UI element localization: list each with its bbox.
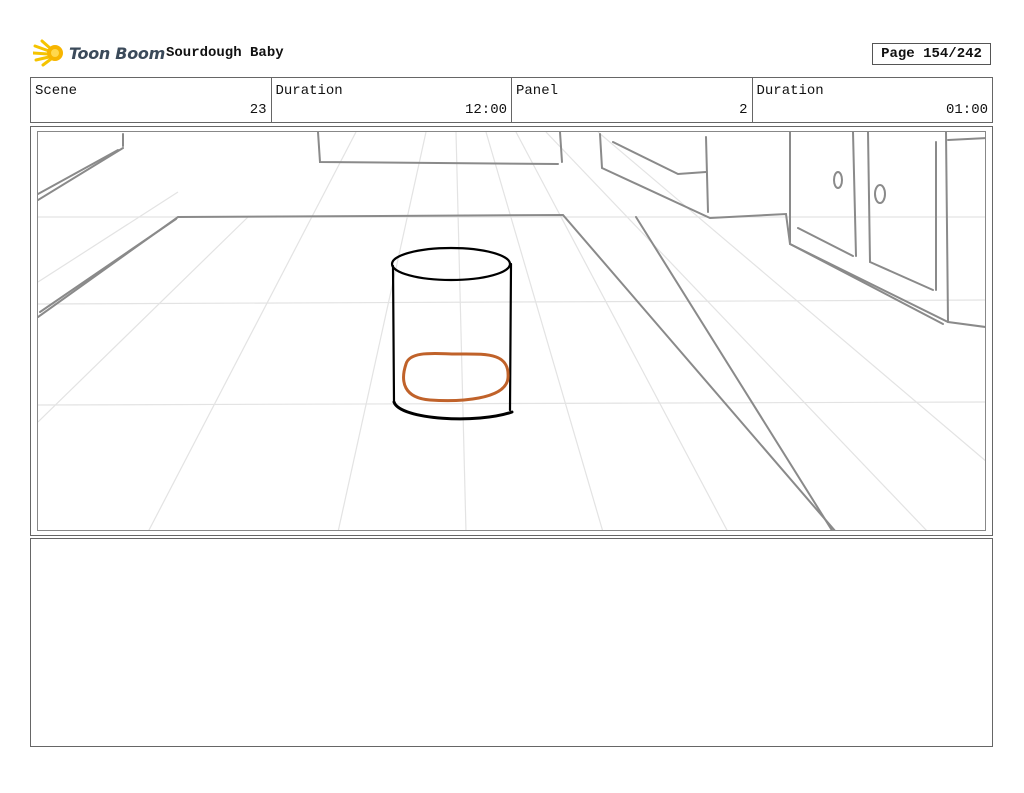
panel-duration-label: Duration [756, 83, 824, 99]
jar-rim [390, 246, 512, 282]
guide-line [337, 132, 427, 530]
panel-duration-cell: Duration 01:00 [751, 78, 993, 122]
sketch-stroke [559, 132, 563, 163]
panel-duration-value: 01:00 [945, 102, 988, 118]
sketch-stroke [39, 218, 177, 313]
sketch-stroke [947, 137, 985, 141]
sketch-stroke [635, 216, 833, 530]
scene-label: Scene [35, 83, 78, 99]
panel-notes [30, 538, 993, 747]
panel-cell: Panel 2 [511, 78, 752, 122]
guide-line [38, 299, 985, 305]
sourdough-blob [402, 351, 510, 403]
panel-drawing [37, 131, 986, 531]
scene-duration-label: Duration [275, 83, 343, 99]
cabinet-handle [874, 184, 886, 204]
project-title: Sourdough Baby [166, 45, 284, 61]
sketch-stroke [945, 132, 949, 323]
guide-line [148, 132, 357, 530]
sketch-stroke [612, 141, 707, 176]
kitchen-counter-sketch [38, 132, 985, 530]
guide-line [38, 191, 179, 283]
cabinet-handle [833, 171, 843, 189]
sketch-stroke [38, 213, 836, 530]
sketch-stroke [867, 132, 871, 263]
guide-line [455, 132, 467, 530]
perspective-guides [38, 132, 985, 530]
guide-line [515, 132, 728, 530]
storyboard-panel [30, 126, 993, 536]
sketch-stroke [38, 147, 124, 201]
scene-cell: Scene 23 [31, 78, 271, 122]
toon-boom-logo: Toon Boom [33, 38, 165, 68]
guide-line [38, 401, 985, 406]
sketch-stroke [38, 149, 119, 195]
guide-line [38, 216, 249, 423]
jar-left-side [391, 264, 396, 404]
jar-base [392, 400, 514, 421]
scene-duration-value: 12:00 [464, 102, 507, 118]
logo-text: Toon Boom [69, 43, 165, 63]
sketch-stroke [869, 261, 934, 291]
sketch-stroke [705, 136, 709, 213]
guide-line [485, 132, 604, 530]
sketch-stroke [852, 132, 857, 257]
guide-line [597, 132, 985, 462]
scene-value: 23 [249, 102, 267, 118]
jar-right-side [508, 262, 513, 412]
page-indicator: Page 154/242 [872, 43, 991, 65]
scene-duration-cell: Duration 12:00 [270, 78, 512, 122]
star-burst-icon [33, 39, 63, 67]
info-table: Scene 23 Duration 12:00 Panel 2 Duration… [30, 77, 993, 123]
guide-line [545, 132, 927, 530]
panel-value: 2 [739, 102, 748, 118]
panel-label: Panel [516, 83, 559, 99]
